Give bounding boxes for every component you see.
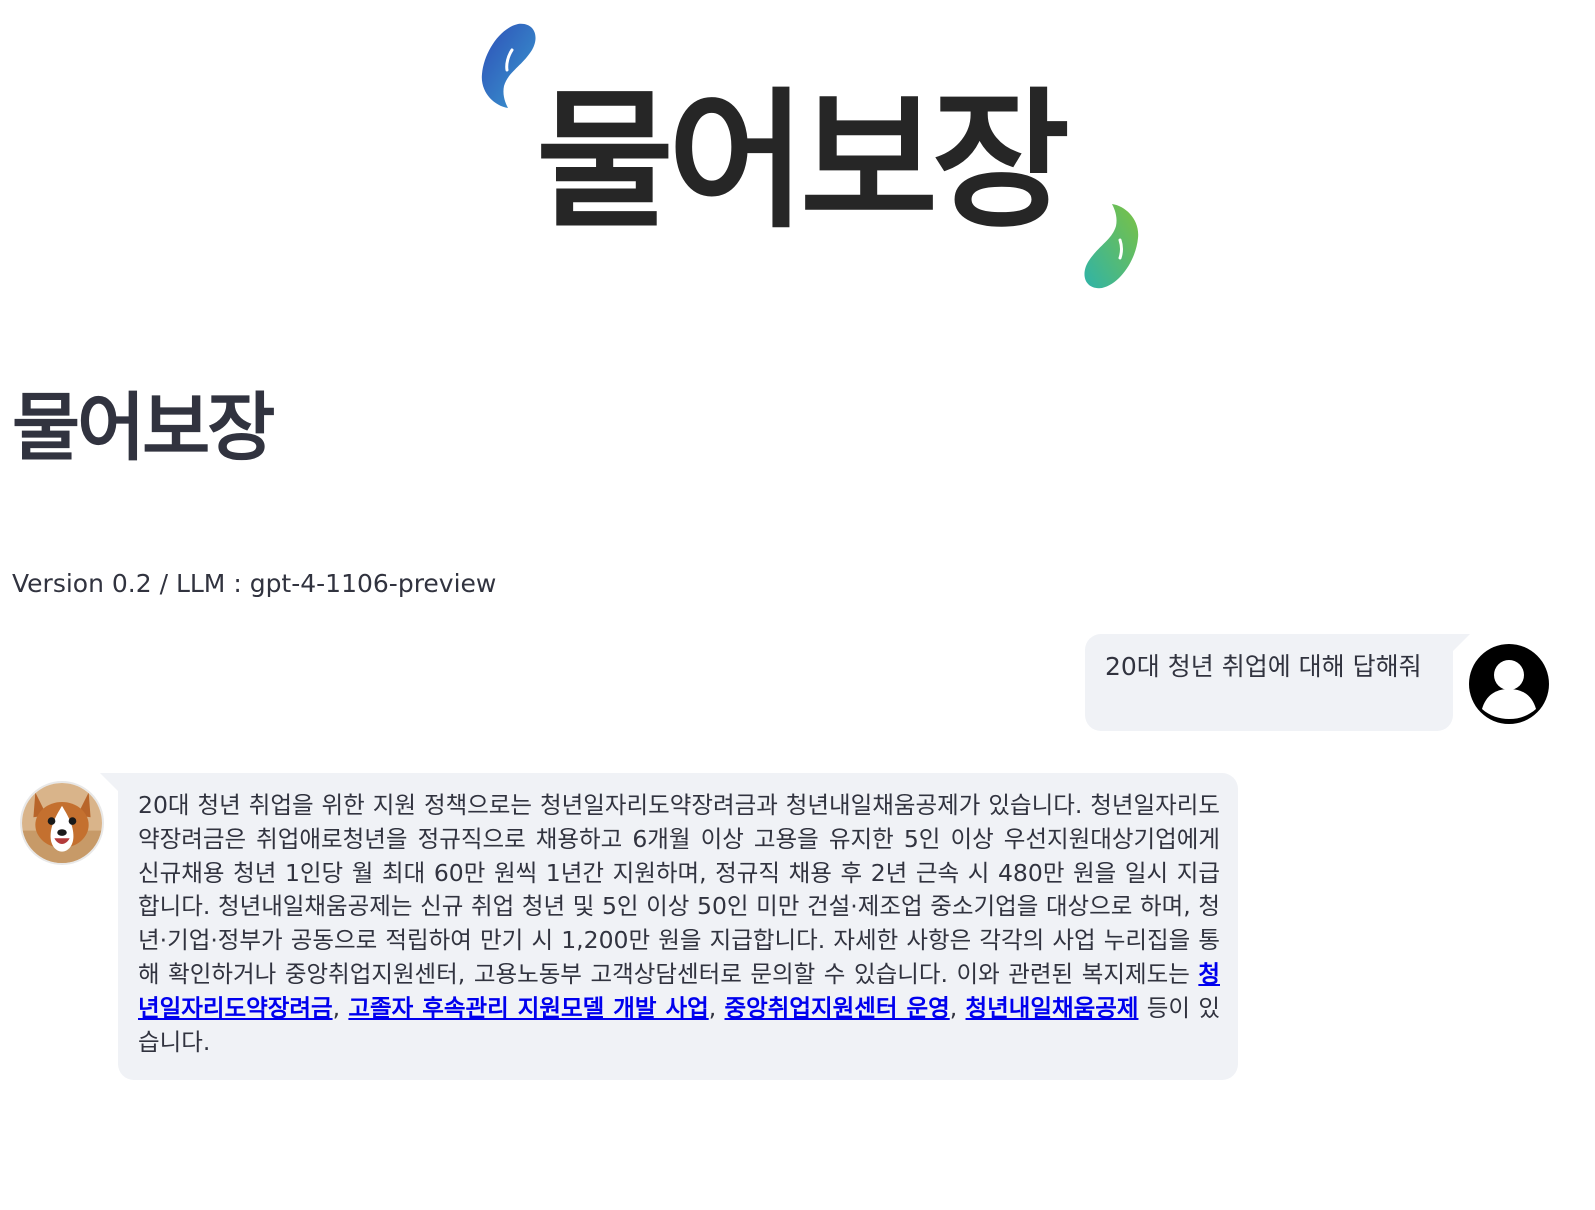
assistant-bubble-tail [100,773,118,791]
link-separator [1138,994,1146,1022]
assistant-message-text: 20대 청년 취업을 위한 지원 정책으로는 청년일자리도약장려금과 청년내일채… [138,791,1220,988]
corgi-dog-icon [22,783,102,863]
link-youth-tomorrow-savings-deduction[interactable]: 청년내일채움공제 [966,994,1139,1022]
link-central-employment-support-center[interactable]: 중앙취업지원센터 운영 [725,994,950,1022]
user-silhouette-icon [1469,644,1549,724]
user-message-text: 20대 청년 취업에 대해 답해줘 [1105,652,1422,681]
logo-wordmark: 물어보장 [536,75,1070,249]
blue-drop-icon [481,23,536,109]
link-separator: , [708,993,725,1022]
assistant-message-bubble: 20대 청년 취업을 위한 지원 정책으로는 청년일자리도약장려금과 청년내일채… [118,773,1238,1080]
app-logo: 물어보장 [478,20,1158,290]
user-message-bubble: 20대 청년 취업에 대해 답해줘 [1085,634,1453,731]
app-page: 물어보장 물어보장 Version 0.2 / LLM : gpt-4-1106… [0,0,1595,1210]
link-separator: , [949,993,966,1022]
green-drop-icon [1084,204,1139,289]
page-title: 물어보장 [12,385,275,471]
link-separator: , [332,993,349,1022]
link-high-school-graduate-followup-model[interactable]: 고졸자 후속관리 지원모델 개발 사업 [348,994,708,1022]
version-label: Version 0.2 / LLM : gpt-4-1106-preview [12,569,497,598]
corgi-dog-avatar [20,781,104,865]
